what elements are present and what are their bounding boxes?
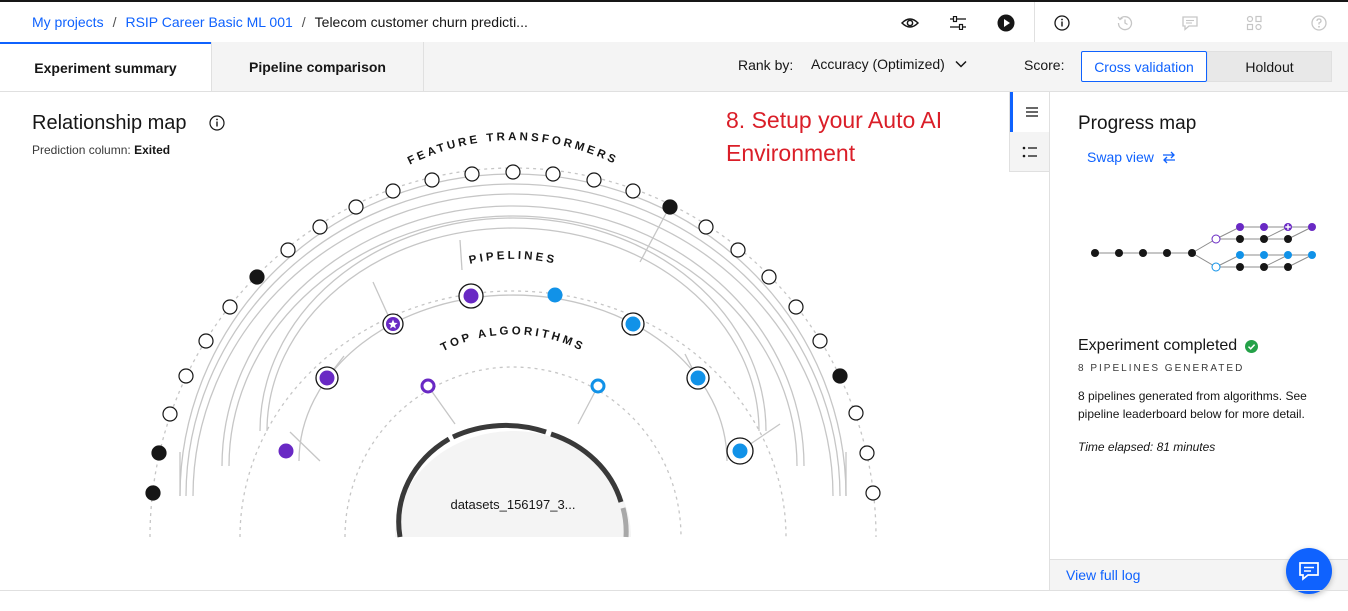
- transformer-node[interactable]: [865, 485, 881, 501]
- rank-by-label: Rank by:: [738, 57, 794, 73]
- pipelines-label: PIPELINES: [468, 250, 558, 267]
- transformer-node[interactable]: [178, 368, 194, 384]
- breadcrumb-separator: /: [112, 14, 117, 30]
- swap-icon: [1162, 151, 1175, 163]
- swap-view-label: Swap view: [1087, 149, 1154, 165]
- score-label: Score:: [1024, 57, 1065, 73]
- transformer-node[interactable]: [280, 242, 296, 258]
- transformer-node[interactable]: [859, 445, 875, 461]
- chevron-down-icon: [955, 60, 967, 68]
- transformer-node[interactable]: [249, 269, 265, 285]
- bottom-border: [0, 590, 1348, 591]
- transformer-node[interactable]: [145, 485, 161, 501]
- transformer-node[interactable]: [464, 166, 480, 182]
- progress-description: 8 pipelines generated from algorithms. S…: [1078, 389, 1307, 421]
- sliders-icon[interactable]: [948, 13, 968, 33]
- transformer-node[interactable]: [162, 406, 178, 422]
- tab-bar: Experiment summary Pipeline comparison R…: [0, 42, 1348, 92]
- toolbar-divider: [1034, 2, 1035, 42]
- pipeline-node[interactable]: [547, 287, 563, 303]
- progress-map-panel: Progress map Swap view Experiment comple…: [1049, 92, 1348, 591]
- tab-experiment-summary[interactable]: Experiment summary: [0, 42, 211, 91]
- transformer-node[interactable]: [505, 164, 521, 180]
- transformer-node[interactable]: [545, 166, 561, 182]
- breadcrumb-my-projects[interactable]: My projects: [32, 14, 104, 30]
- map-view-button[interactable]: [1010, 92, 1050, 132]
- info-icon[interactable]: [1052, 13, 1072, 33]
- breadcrumb-separator: /: [301, 14, 306, 30]
- transformer-node[interactable]: [424, 172, 440, 188]
- experiment-status-label: Experiment completed: [1078, 337, 1238, 354]
- transformer-node[interactable]: [222, 299, 238, 315]
- progress-map-title: Progress map: [1078, 113, 1197, 134]
- breadcrumb: My projects / RSIP Career Basic ML 001 / Tel…: [32, 14, 528, 30]
- holdout-button[interactable]: Holdout: [1207, 51, 1332, 82]
- main-content: Relationship map Prediction column: Exit…: [0, 92, 1348, 591]
- time-elapsed: Time elapsed: 81 minutes: [1078, 440, 1216, 454]
- transformer-node[interactable]: [730, 242, 746, 258]
- dataset-name: datasets_156197_3...: [450, 497, 575, 512]
- transformer-node[interactable]: [385, 183, 401, 199]
- algorithm-node[interactable]: [420, 378, 436, 394]
- transformer-node[interactable]: [151, 445, 167, 461]
- history-icon[interactable]: [1115, 13, 1135, 33]
- checkmark-filled-icon: [1245, 339, 1259, 353]
- list-view-icon: [1025, 107, 1038, 117]
- chat-button[interactable]: [1286, 548, 1332, 594]
- pipelines-generated-count: 8 PIPELINES GENERATED: [1078, 363, 1245, 374]
- pipeline-node[interactable]: [319, 370, 335, 386]
- relationship-map-graphic: FEATURE TRANSFORMERS PIPELINES TOP ALGOR…: [145, 131, 881, 538]
- view-full-log-link[interactable]: View full log: [1066, 567, 1140, 583]
- pipeline-node[interactable]: [690, 370, 706, 386]
- rank-by-select[interactable]: Accuracy (Optimized): [811, 56, 967, 72]
- transformer-node[interactable]: [312, 219, 328, 235]
- cross-validation-button[interactable]: Cross validation: [1081, 51, 1207, 82]
- transformer-node[interactable]: [832, 368, 848, 384]
- eye-icon[interactable]: [900, 13, 920, 33]
- pipeline-node[interactable]: [625, 316, 641, 332]
- experiment-status: Experiment completed: [1078, 337, 1259, 355]
- transformer-node[interactable]: [348, 199, 364, 215]
- breadcrumb-project[interactable]: RSIP Career Basic ML 001: [125, 14, 292, 30]
- transformer-node[interactable]: [761, 269, 777, 285]
- view-toggle: [1009, 92, 1050, 172]
- pipeline-node[interactable]: [732, 443, 748, 459]
- play-icon[interactable]: [996, 13, 1016, 33]
- help-icon[interactable]: [1309, 13, 1329, 33]
- transformer-node[interactable]: [848, 405, 864, 421]
- pipeline-node[interactable]: [278, 443, 294, 459]
- dataset-circle[interactable]: [395, 431, 631, 537]
- transformer-node[interactable]: [586, 172, 602, 188]
- transformer-node[interactable]: [198, 333, 214, 349]
- header-bar: My projects / RSIP Career Basic ML 001 / Tel…: [0, 2, 1348, 43]
- breadcrumb-current: Telecom customer churn predicti...: [314, 14, 528, 30]
- apps-icon[interactable]: [1244, 13, 1264, 33]
- tab-pipeline-comparison[interactable]: Pipeline comparison: [211, 42, 424, 91]
- bulleted-list-icon: [1022, 146, 1037, 157]
- transformer-node[interactable]: [788, 299, 804, 315]
- rank-by-value: Accuracy (Optimized): [811, 56, 945, 72]
- list-view-button[interactable]: [1010, 132, 1050, 172]
- top-algorithms-label: TOP ALGORITHMS: [439, 325, 587, 354]
- transformer-node[interactable]: [698, 219, 714, 235]
- pipeline-node[interactable]: [463, 288, 479, 304]
- comment-icon[interactable]: [1180, 13, 1200, 33]
- progress-map-graphic: [1091, 223, 1316, 272]
- chat-icon: [1299, 562, 1319, 581]
- transformer-node[interactable]: [812, 333, 828, 349]
- swap-view-link[interactable]: Swap view: [1087, 149, 1176, 165]
- transformer-node[interactable]: [625, 183, 641, 199]
- algorithm-node[interactable]: [590, 378, 606, 394]
- transformer-node[interactable]: [662, 199, 678, 215]
- feature-transformers-label: FEATURE TRANSFORMERS: [406, 131, 620, 167]
